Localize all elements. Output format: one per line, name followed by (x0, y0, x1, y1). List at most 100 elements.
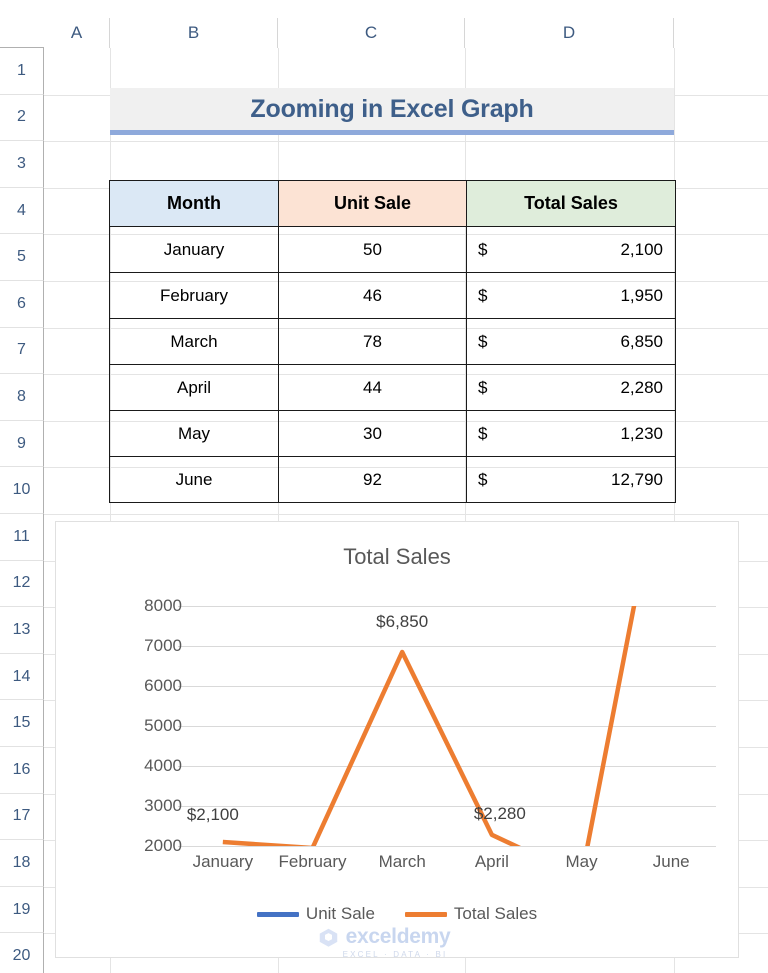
column-header-c[interactable]: C (278, 18, 465, 48)
currency-symbol: $ (478, 423, 488, 443)
chart-y-tick-label: 3000 (144, 796, 182, 815)
cell-total-sales: $2,100 (466, 226, 676, 273)
row-header-12[interactable]: 12 (0, 560, 44, 608)
row-header-7[interactable]: 7 (0, 327, 44, 375)
cell-total-sales: $1,230 (466, 410, 676, 457)
cell-total-sales: $1,950 (466, 272, 676, 319)
row-header-16[interactable]: 16 (0, 747, 44, 794)
row-header-14[interactable]: 14 (0, 653, 44, 701)
cell-total-sales: $2,280 (466, 364, 676, 411)
legend-item-total-sales[interactable]: Total Sales (404, 904, 538, 924)
row-header-6[interactable]: 6 (0, 281, 44, 328)
chart-line-total-sales (222, 606, 637, 846)
legend-label: Total Sales (453, 904, 538, 923)
row-header-15[interactable]: 15 (0, 700, 44, 747)
cell-unit-sale: 78 (278, 318, 467, 365)
chart-x-axis-labels: January February March April May June (178, 852, 716, 872)
total-sales-value: 12,790 (611, 469, 663, 489)
chart-x-label: June (652, 852, 690, 871)
spreadsheet-canvas: A B C D 1 2 3 4 5 6 7 8 9 10 11 12 13 14 15 16 17 18 19 20 … (0, 0, 768, 973)
cell-total-sales: $6,850 (466, 318, 676, 365)
column-header-strip: A B C D (0, 18, 768, 48)
gridline-row-2 (44, 141, 768, 143)
chart-gridline (178, 846, 716, 847)
currency-symbol: $ (478, 331, 488, 351)
chart-data-label: $6,850 (376, 612, 429, 631)
table-header-row: Month Unit Sale Total Sales (109, 180, 676, 227)
total-sales-value: 1,950 (620, 285, 663, 305)
chart-x-label: February (278, 852, 347, 871)
currency-symbol: $ (478, 239, 488, 259)
row-header-8[interactable]: 8 (0, 374, 44, 421)
legend-label: Unit Sale (305, 904, 375, 923)
chart-x-label: January (192, 852, 254, 871)
row-header-9[interactable]: 9 (0, 420, 44, 468)
cell-month: June (109, 456, 279, 503)
cell-month: March (109, 318, 279, 365)
cell-month: May (109, 410, 279, 457)
row-header-20[interactable]: 20 (0, 933, 44, 973)
legend-item-unit-sale[interactable]: Unit Sale (256, 904, 375, 924)
cell-unit-sale: 50 (278, 226, 467, 273)
chart-y-tick-label: 2000 (144, 836, 182, 855)
currency-symbol: $ (478, 469, 488, 489)
chart-y-tick-label: 5000 (144, 716, 182, 735)
chart-plot-area: 2000 3000 4000 5000 6000 7000 8000 $2,100 $6,850… (144, 596, 716, 855)
column-header-total-sales: Total Sales (466, 180, 676, 227)
column-header-unit-sale: Unit Sale (278, 180, 467, 227)
table-row: March 78 $6,850 (109, 318, 676, 365)
row-header-13[interactable]: 13 (0, 607, 44, 654)
table-row: April 44 $2,280 (109, 364, 676, 411)
sheet-title-banner: Zooming in Excel Graph (110, 88, 674, 135)
column-header-b[interactable]: B (110, 18, 278, 48)
table-row: February 46 $1,950 (109, 272, 676, 319)
table-body: January 50 $2,100 February 46 $1,950 March 78 $6… (109, 226, 676, 503)
chart-y-tick-label: 8000 (144, 596, 182, 615)
chart-y-tick-label: 4000 (144, 756, 182, 775)
column-header-e[interactable] (674, 18, 768, 48)
total-sales-value: 2,100 (620, 239, 663, 259)
row-header-17[interactable]: 17 (0, 793, 44, 841)
currency-symbol: $ (478, 377, 488, 397)
chart-legend[interactable]: Unit Sale Total Sales (56, 904, 738, 924)
table-row: May 30 $1,230 (109, 410, 676, 457)
table-row: January 50 $2,100 (109, 226, 676, 273)
row-header-4[interactable]: 4 (0, 187, 44, 235)
row-header-10[interactable]: 10 (0, 467, 44, 514)
total-sales-chart[interactable]: Total Sales 2000 3000 4000 5000 6000 7000 8000… (55, 521, 739, 958)
row-header-19[interactable]: 19 (0, 886, 44, 934)
chart-series-layer (222, 606, 637, 846)
table-row: June 92 $12,790 (109, 456, 676, 503)
legend-swatch (404, 911, 447, 917)
column-header-month: Month (109, 180, 279, 227)
cell-unit-sale: 30 (278, 410, 467, 457)
gridline-row-10 (44, 514, 768, 515)
chart-data-label: $2,280 (473, 804, 526, 823)
chart-title: Total Sales (343, 544, 451, 569)
cell-unit-sale: 92 (278, 456, 467, 503)
row-header-1[interactable]: 1 (0, 48, 44, 95)
row-header-5[interactable]: 5 (0, 234, 44, 281)
cell-month: February (109, 272, 279, 319)
row-header-11[interactable]: 11 (0, 514, 44, 561)
page-title: Zooming in Excel Graph (250, 94, 534, 123)
legend-swatch (256, 911, 299, 917)
row-header-2[interactable]: 2 (0, 94, 44, 142)
sales-data-table: Month Unit Sale Total Sales January 50 $2,… (109, 180, 676, 503)
total-sales-value: 1,230 (620, 423, 663, 443)
chart-x-label: March (378, 852, 426, 871)
total-sales-value: 2,280 (620, 377, 663, 397)
column-header-a[interactable]: A (44, 18, 110, 48)
row-header-3[interactable]: 3 (0, 141, 44, 188)
cell-month: April (109, 364, 279, 411)
chart-y-tick-label: 6000 (144, 676, 182, 695)
chart-data-label: $2,100 (186, 804, 239, 824)
cell-unit-sale: 44 (278, 364, 467, 411)
currency-symbol: $ (478, 285, 488, 305)
row-header-18[interactable]: 18 (0, 840, 44, 887)
chart-x-label: April (474, 852, 509, 871)
cell-month: January (109, 226, 279, 273)
total-sales-value: 6,850 (620, 331, 663, 351)
cell-total-sales: $12,790 (466, 456, 676, 503)
column-header-d[interactable]: D (465, 18, 674, 48)
